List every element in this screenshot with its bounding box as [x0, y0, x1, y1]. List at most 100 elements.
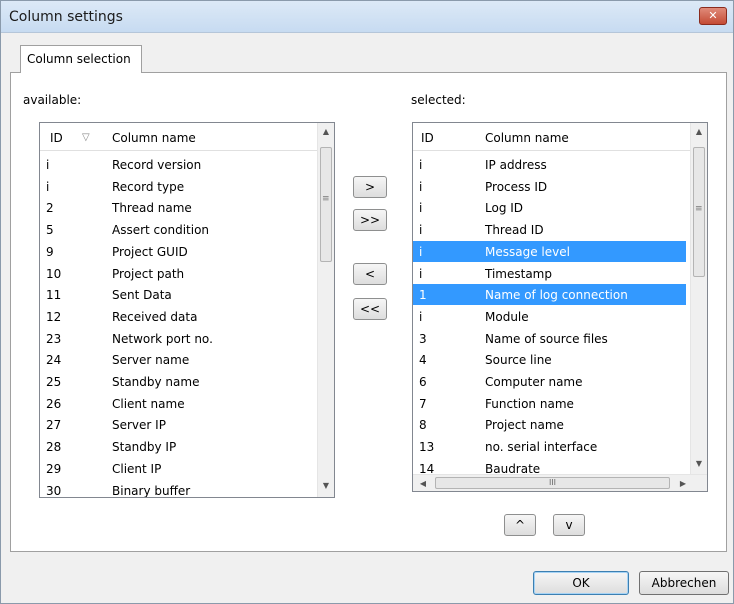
- row-column-name: Thread name: [112, 201, 192, 216]
- list-row[interactable]: 25 Standby name: [40, 371, 317, 392]
- sort-desc-icon[interactable]: ▽: [82, 132, 90, 143]
- list-row[interactable]: i Record version: [40, 154, 317, 175]
- row-column-name: Server IP: [112, 418, 166, 433]
- available-scroll-thumb[interactable]: ≡: [320, 147, 332, 262]
- row-column-name: Baudrate: [485, 461, 541, 473]
- row-id: 23: [46, 331, 62, 346]
- row-id: 5: [46, 223, 54, 238]
- available-label: available:: [23, 93, 82, 107]
- list-row[interactable]: 1 Name of log connection: [413, 284, 686, 306]
- scroll-up-icon[interactable]: ▲: [318, 123, 334, 140]
- row-id: i: [46, 158, 50, 172]
- list-row[interactable]: 28 Standby IP: [40, 436, 317, 457]
- row-column-name: Record type: [112, 179, 185, 194]
- row-column-name: Record version: [112, 158, 202, 172]
- list-row[interactable]: 26 Client name: [40, 393, 317, 414]
- row-id: i: [419, 201, 423, 216]
- list-row[interactable]: 24 Server name: [40, 349, 317, 370]
- row-column-name: Sent Data: [112, 288, 172, 303]
- add-column-button[interactable]: >: [353, 176, 387, 198]
- list-row[interactable]: i Module: [413, 306, 686, 327]
- row-id: i: [419, 158, 423, 172]
- selected-list[interactable]: ID Column name i IP address i Process ID i Lo…: [412, 122, 708, 492]
- list-row[interactable]: 6 Computer name: [413, 371, 686, 392]
- tab-column-selection[interactable]: Column selection: [20, 45, 142, 73]
- row-column-name: Project path: [112, 266, 185, 281]
- remove-column-button[interactable]: <: [353, 263, 387, 285]
- row-column-name: Module: [485, 309, 529, 324]
- list-row[interactable]: 23 Network port no.: [40, 328, 317, 349]
- move-up-button[interactable]: ^: [504, 514, 536, 536]
- row-column-name: Server name: [112, 353, 190, 368]
- cancel-button[interactable]: Abbrechen: [639, 571, 729, 595]
- column-settings-dialog: Column settings ✕ Column selection avail…: [0, 0, 734, 604]
- row-column-name: Function name: [485, 396, 574, 411]
- close-button[interactable]: ✕: [699, 7, 727, 25]
- row-id: 7: [419, 396, 427, 411]
- row-id: 2: [46, 201, 54, 216]
- list-row[interactable]: 14 Baudrate: [413, 458, 686, 473]
- grip-icon: III: [548, 478, 557, 487]
- list-row[interactable]: 13 no. serial interface: [413, 436, 686, 457]
- list-row[interactable]: i Record type: [40, 176, 317, 197]
- selected-horizontal-thumb[interactable]: III: [435, 477, 670, 489]
- scroll-left-icon[interactable]: ◀: [415, 475, 431, 491]
- title-bar[interactable]: Column settings ✕: [1, 1, 733, 33]
- row-id: 26: [46, 396, 62, 411]
- row-column-name: Received data: [112, 309, 198, 324]
- list-row[interactable]: 27 Server IP: [40, 414, 317, 435]
- row-column-name: Client name: [112, 396, 185, 411]
- scroll-up-icon[interactable]: ▲: [691, 123, 707, 140]
- list-row[interactable]: 9 Project GUID: [40, 241, 317, 262]
- add-all-columns-button[interactable]: >>: [353, 209, 387, 231]
- selected-horizontal-scrollbar[interactable]: ◀ III ▶: [413, 474, 707, 491]
- row-id: 29: [46, 461, 62, 476]
- list-row[interactable]: i IP address: [413, 154, 686, 175]
- row-column-name: Computer name: [485, 375, 583, 389]
- list-row[interactable]: 29 Client IP: [40, 458, 317, 479]
- list-row[interactable]: 2 Thread name: [40, 197, 317, 218]
- move-down-button[interactable]: v: [553, 514, 585, 536]
- row-column-name: Standby name: [112, 375, 200, 389]
- list-row[interactable]: i Log ID: [413, 197, 686, 218]
- scroll-down-icon[interactable]: ▼: [691, 455, 707, 472]
- ok-button[interactable]: OK: [533, 571, 629, 595]
- grip-icon: ≡: [695, 204, 703, 214]
- scroll-down-icon[interactable]: ▼: [318, 477, 334, 494]
- list-row[interactable]: i Thread ID: [413, 219, 686, 240]
- row-column-name: Name of log connection: [485, 288, 628, 303]
- row-column-name: Assert condition: [112, 223, 210, 238]
- list-row[interactable]: i Timestamp: [413, 263, 686, 284]
- available-list[interactable]: ID ▽ Column name i Record version i Record …: [39, 122, 335, 498]
- list-row[interactable]: i Message level: [413, 240, 686, 262]
- list-row[interactable]: 12 Received data: [40, 306, 317, 327]
- row-column-name: Thread ID: [485, 223, 544, 238]
- list-row[interactable]: 5 Assert condition: [40, 219, 317, 240]
- row-column-name: Project GUID: [112, 244, 188, 259]
- row-id: i: [46, 179, 50, 194]
- row-id: 28: [46, 440, 62, 455]
- available-vertical-scrollbar[interactable]: ▲ ≡ ▼: [317, 123, 334, 497]
- row-column-name: Message level: [485, 244, 570, 259]
- list-row[interactable]: 4 Source line: [413, 349, 686, 370]
- list-row[interactable]: 11 Sent Data: [40, 284, 317, 305]
- row-column-name: Log ID: [485, 201, 524, 216]
- list-row[interactable]: 3 Name of source files: [413, 328, 686, 349]
- list-row[interactable]: i Process ID: [413, 176, 686, 197]
- scroll-right-icon[interactable]: ▶: [675, 475, 691, 491]
- row-column-name: Project name: [485, 418, 564, 433]
- available-name-header[interactable]: Column name: [112, 131, 196, 145]
- row-id: 3: [419, 331, 427, 346]
- row-id: i: [419, 309, 423, 324]
- selected-scroll-thumb[interactable]: ≡: [693, 147, 705, 277]
- remove-all-columns-button[interactable]: <<: [353, 298, 387, 320]
- row-id: 11: [46, 288, 62, 303]
- list-row[interactable]: 8 Project name: [413, 414, 686, 435]
- selected-vertical-scrollbar[interactable]: ▲ ≡ ▼: [690, 123, 707, 474]
- list-row[interactable]: 30 Binary buffer: [40, 480, 317, 498]
- row-id: 13: [419, 440, 435, 455]
- list-row[interactable]: 7 Function name: [413, 393, 686, 414]
- available-id-header[interactable]: ID: [50, 131, 63, 145]
- list-row[interactable]: 10 Project path: [40, 263, 317, 284]
- row-id: 12: [46, 309, 62, 324]
